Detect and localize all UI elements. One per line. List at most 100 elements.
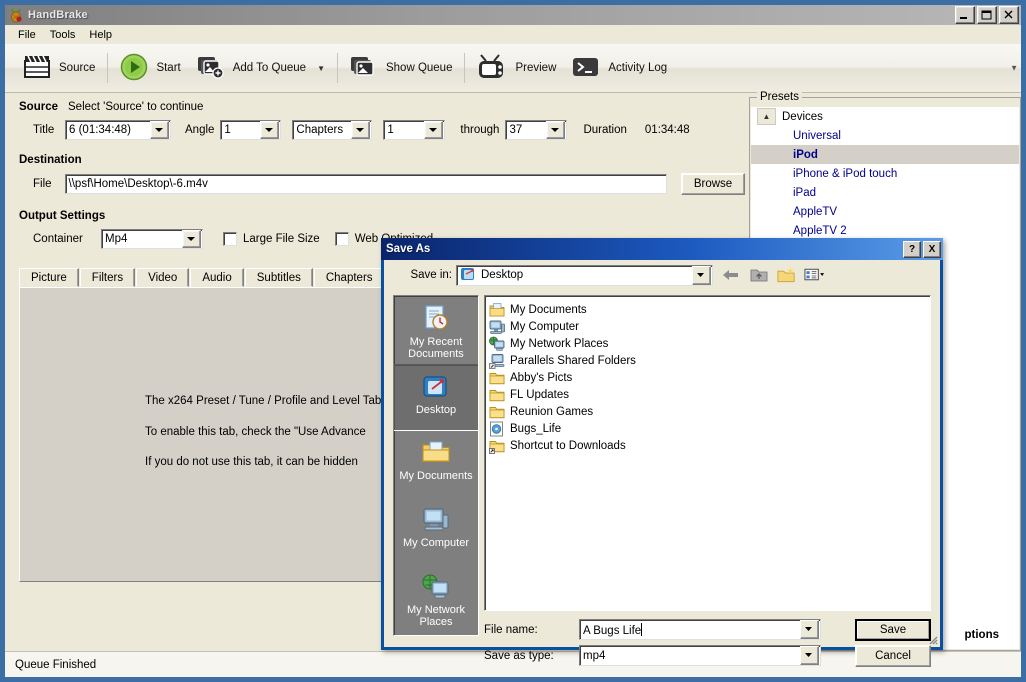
preset-item-universal[interactable]: Universal xyxy=(751,126,1019,145)
large-file-size-checkbox[interactable] xyxy=(223,232,237,246)
file-list-item[interactable]: Reunion Games xyxy=(489,403,930,420)
chevron-down-icon[interactable] xyxy=(424,121,444,139)
place-my-documents[interactable]: My Documents xyxy=(394,431,478,498)
range-type-value: Chapters xyxy=(296,124,344,136)
toolbar-source-button[interactable]: Source xyxy=(15,49,103,87)
file-label: Abby's Picts xyxy=(510,371,573,384)
file-name-input[interactable]: A Bugs Life xyxy=(579,619,821,640)
toolbar-start-label: Start xyxy=(156,62,181,74)
menu-item-tools[interactable]: Tools xyxy=(43,27,83,43)
tab-audio[interactable]: Audio xyxy=(190,268,244,287)
status-text: Queue Finished xyxy=(15,658,97,671)
save-as-dialog: Save As ? X Save in: Desktop My Recent D… xyxy=(381,238,943,667)
web-optimized-checkbox[interactable] xyxy=(334,232,349,246)
chapter-end-dropdown[interactable]: 37 xyxy=(505,120,568,140)
chevron-down-icon[interactable] xyxy=(150,121,169,139)
tab-subtitles[interactable]: Subtitles xyxy=(244,268,313,287)
save-as-type-value: mp4 xyxy=(583,649,606,662)
place-my-network-places[interactable]: My Network Places xyxy=(394,565,478,632)
chevron-down-icon[interactable] xyxy=(260,121,280,139)
save-in-dropdown[interactable]: Desktop xyxy=(456,264,713,286)
preset-item-ipod[interactable]: iPod xyxy=(751,145,1019,164)
menu-item-file[interactable]: File xyxy=(11,27,43,43)
place-desktop[interactable]: Desktop xyxy=(394,364,478,431)
chapter-start-dropdown[interactable]: 1 xyxy=(383,120,446,140)
place-my-computer[interactable]: My Computer xyxy=(394,498,478,565)
views-icon[interactable] xyxy=(804,265,825,285)
chevron-up-icon[interactable]: ▲ xyxy=(757,108,776,125)
file-list[interactable]: My Documents My Computer My Network Plac… xyxy=(484,295,931,611)
help-button[interactable]: ? xyxy=(903,240,921,258)
container-dropdown[interactable]: Mp4 xyxy=(101,229,203,249)
preset-item-ipad[interactable]: iPad xyxy=(751,183,1019,202)
recent-documents-icon xyxy=(421,302,451,336)
chevron-down-icon[interactable] xyxy=(182,230,201,248)
cancel-button[interactable]: Cancel xyxy=(855,645,931,667)
browse-button[interactable]: Browse xyxy=(681,173,745,195)
chevron-down-icon[interactable] xyxy=(800,646,819,665)
file-list-item[interactable]: My Computer xyxy=(489,318,930,335)
tab-video[interactable]: Video xyxy=(136,268,190,287)
file-list-item[interactable]: My Documents xyxy=(489,301,930,318)
chevron-down-icon[interactable] xyxy=(351,121,371,139)
toolbar-add-to-queue-label: Add To Queue xyxy=(232,62,307,74)
preset-label: AppleTV xyxy=(793,205,838,218)
preset-item-iphone-ipod-touch[interactable]: iPhone & iPod touch xyxy=(751,164,1019,183)
network-places-icon xyxy=(489,336,505,352)
place-label: Desktop xyxy=(415,404,457,416)
toolbar-add-to-queue-button[interactable]: Add To Queue ▼ xyxy=(189,49,333,87)
chevron-down-icon[interactable]: ▼ xyxy=(317,64,325,73)
file-list-item[interactable]: Abby's Picts xyxy=(489,369,930,386)
tab-chapters[interactable]: Chapters xyxy=(313,268,385,287)
save-button[interactable]: Save xyxy=(855,619,931,641)
title-dropdown[interactable]: 6 (01:34:48) xyxy=(65,120,171,140)
preset-label: AppleTV 2 xyxy=(793,224,847,237)
save-in-value: Desktop xyxy=(481,269,524,281)
file-list-item[interactable]: Parallels Shared Folders xyxy=(489,352,930,369)
back-arrow-icon[interactable] xyxy=(720,265,741,285)
file-list-item[interactable]: Bugs_Life xyxy=(489,420,930,437)
file-list-item[interactable]: My Network Places xyxy=(489,335,930,352)
my-documents-icon xyxy=(489,302,505,318)
tab-filters[interactable]: Filters xyxy=(79,268,136,287)
save-in-row: Save in: Desktop xyxy=(384,260,940,290)
maximize-button[interactable] xyxy=(977,6,997,24)
presets-group-devices[interactable]: ▲ Devices xyxy=(751,107,1019,126)
place-label: My Network Places xyxy=(406,604,466,629)
save-as-type-dropdown[interactable]: mp4 xyxy=(579,645,821,666)
presets-options-button[interactable]: ptions xyxy=(965,629,1000,641)
preset-item-appletv[interactable]: AppleTV xyxy=(751,202,1019,221)
toolbar-separator xyxy=(464,53,466,83)
save-as-titlebar: Save As ? X xyxy=(381,238,943,260)
file-list-item[interactable]: FL Updates xyxy=(489,386,930,403)
file-label: File xyxy=(33,178,52,190)
close-button[interactable] xyxy=(999,6,1019,24)
close-icon[interactable]: X xyxy=(923,240,941,258)
up-one-level-icon[interactable] xyxy=(748,265,769,285)
chevron-down-icon[interactable] xyxy=(800,620,819,639)
new-folder-icon[interactable] xyxy=(776,265,797,285)
minimize-button[interactable] xyxy=(955,6,975,24)
toolbar-activity-log-button[interactable]: Activity Log xyxy=(564,49,675,87)
destination-file-input[interactable]: \\psf\Home\Desktop\-6.m4v xyxy=(64,174,668,194)
save-as-type-row: Save as type: mp4 xyxy=(484,645,821,666)
tab-picture[interactable]: Picture xyxy=(19,268,79,287)
toolbar-start-button[interactable]: Start xyxy=(112,49,188,87)
angle-dropdown[interactable]: 1 xyxy=(220,120,282,140)
chevron-down-icon[interactable] xyxy=(692,265,711,285)
desktop-background: HandBrake File Tools Help Source Start A… xyxy=(0,0,1026,682)
toolbar-overflow-icon[interactable]: ▼ xyxy=(1010,64,1018,73)
file-name-label: File name: xyxy=(484,623,538,636)
main-window-title: HandBrake xyxy=(28,9,88,21)
toolbar-preview-button[interactable]: Preview xyxy=(469,49,564,87)
range-type-dropdown[interactable]: Chapters xyxy=(292,120,373,140)
file-list-item[interactable]: Shortcut to Downloads xyxy=(489,437,930,454)
toolbar-separator xyxy=(336,53,338,83)
file-label: My Documents xyxy=(510,303,587,316)
place-my-recent-documents[interactable]: My Recent Documents xyxy=(394,297,478,364)
chevron-down-icon[interactable] xyxy=(546,121,566,139)
toolbar-show-queue-button[interactable]: Show Queue xyxy=(342,49,461,87)
menu-item-help[interactable]: Help xyxy=(82,27,119,43)
resize-grip[interactable] xyxy=(926,633,938,645)
container-value: Mp4 xyxy=(105,233,128,245)
